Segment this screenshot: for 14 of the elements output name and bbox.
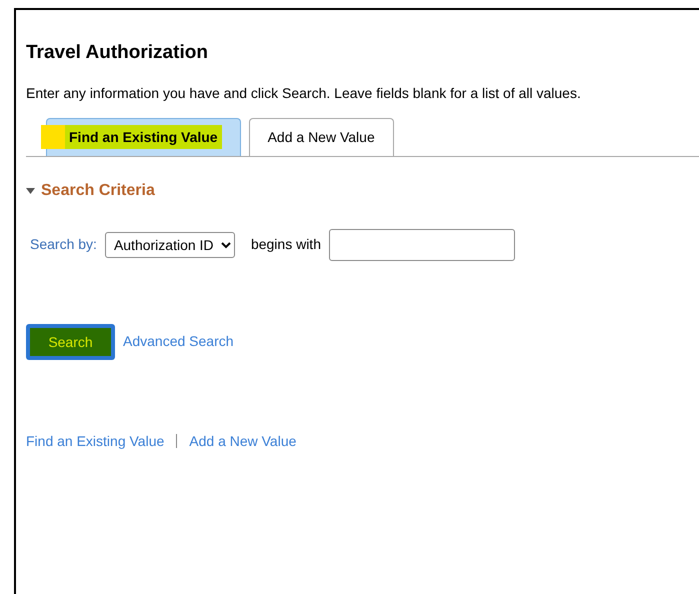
field-label: Search by: <box>30 235 97 254</box>
page-title: Travel Authorization <box>26 42 209 65</box>
advanced-search-link[interactable]: Advanced Search <box>123 331 234 352</box>
section-toggle[interactable]: Search Criteria <box>26 178 699 203</box>
search-button[interactable]: Search <box>26 324 115 360</box>
instruction-text: Enter any information you have and click Search. Leave fields blank for a list of all values. <box>26 84 582 103</box>
operator-label: begins with <box>250 235 321 254</box>
search-by-dropdown[interactable]: Authorization ID <box>104 232 235 258</box>
footer-link[interactable]: Find an Existing Value <box>26 430 164 452</box>
tab[interactable]: Add a New Value <box>248 118 394 156</box>
tab[interactable]: Find an Existing Value <box>46 118 241 156</box>
caret-icon <box>26 186 35 195</box>
search-field[interactable] <box>328 228 515 261</box>
footer-link[interactable]: Add a New Value <box>189 430 296 452</box>
